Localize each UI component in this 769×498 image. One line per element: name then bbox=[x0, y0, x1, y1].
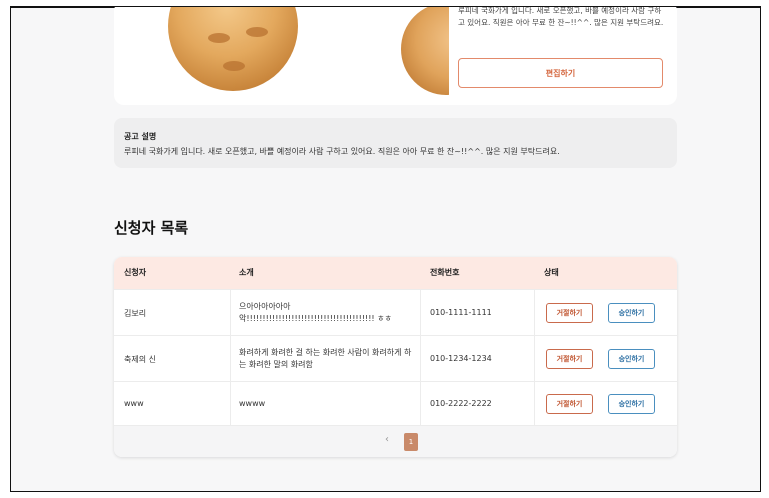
applicant-name: 김보리 bbox=[124, 309, 147, 318]
applicant-name: www bbox=[124, 399, 144, 408]
table-row: www wwww 010-2222-2222 거절하기 승인하기 bbox=[114, 381, 677, 426]
notice-title: 공고 설명 bbox=[124, 132, 157, 141]
applicant-intro: wwww bbox=[239, 399, 266, 408]
applicants-table: 신청자 소개 전화번호 상태 김보리 으아아아아아아악!!!!!!!!!!!!!… bbox=[114, 257, 677, 457]
page-number-current[interactable]: 1 bbox=[404, 433, 418, 451]
table-header: 신청자 소개 전화번호 상태 bbox=[114, 257, 677, 289]
product-description: 루피네 국화가게 입니다. 새로 오픈했고, 바쁠 예정이라 사람 구하고 있어… bbox=[458, 6, 664, 27]
pagination: ‹ 1 bbox=[114, 425, 677, 457]
applicant-phone: 010-1111-1111 bbox=[430, 308, 492, 317]
column-header-phone: 전화번호 bbox=[430, 268, 460, 277]
notice-body: 루피네 국화가게 입니다. 새로 오픈했고, 바쁠 예정이라 사람 구하고 있어… bbox=[124, 147, 560, 156]
page-frame: 루피네 국화가게 입니다. 새로 오픈했고, 바쁠 예정이라 사람 구하고 있어… bbox=[10, 6, 761, 492]
approve-button[interactable]: 승인하기 bbox=[608, 349, 655, 369]
applicant-phone: 010-1234-1234 bbox=[430, 354, 492, 363]
product-image-secondary bbox=[401, 7, 449, 95]
product-image bbox=[168, 7, 298, 91]
reject-button[interactable]: 거절하기 bbox=[546, 394, 593, 414]
product-card: 루피네 국화가게 입니다. 새로 오픈했고, 바쁠 예정이라 사람 구하고 있어… bbox=[114, 6, 677, 105]
reject-button[interactable]: 거절하기 bbox=[546, 349, 593, 369]
table-row: 축제의 신 화려하게 화려한 걸 하는 화려한 사람이 화려하게 하는 화려한 … bbox=[114, 335, 677, 382]
approve-button[interactable]: 승인하기 bbox=[608, 394, 655, 414]
applicants-title: 신청자 목록 bbox=[114, 219, 189, 237]
applicant-intro: 으아아아아아아악!!!!!!!!!!!!!!!!!!!!!!!!!!!!!!!!… bbox=[239, 302, 392, 323]
column-header-status: 상태 bbox=[544, 268, 559, 277]
table-row: 김보리 으아아아아아아악!!!!!!!!!!!!!!!!!!!!!!!!!!!!… bbox=[114, 289, 677, 336]
applicant-intro: 화려하게 화려한 걸 하는 화려한 사람이 화려하게 하는 화려한 말의 화려함 bbox=[239, 348, 412, 369]
approve-button[interactable]: 승인하기 bbox=[608, 303, 655, 323]
notice-box: 공고 설명 루피네 국화가게 입니다. 새로 오픈했고, 바쁠 예정이라 사람 … bbox=[114, 118, 677, 168]
column-header-intro: 소개 bbox=[239, 268, 254, 277]
prev-page-icon[interactable]: ‹ bbox=[385, 434, 389, 445]
applicant-phone: 010-2222-2222 bbox=[430, 399, 492, 408]
reject-button[interactable]: 거절하기 bbox=[546, 303, 593, 323]
column-header-applicant: 신청자 bbox=[124, 268, 147, 277]
edit-button[interactable]: 편집하기 bbox=[458, 58, 663, 88]
applicant-name: 축제의 신 bbox=[124, 355, 156, 364]
